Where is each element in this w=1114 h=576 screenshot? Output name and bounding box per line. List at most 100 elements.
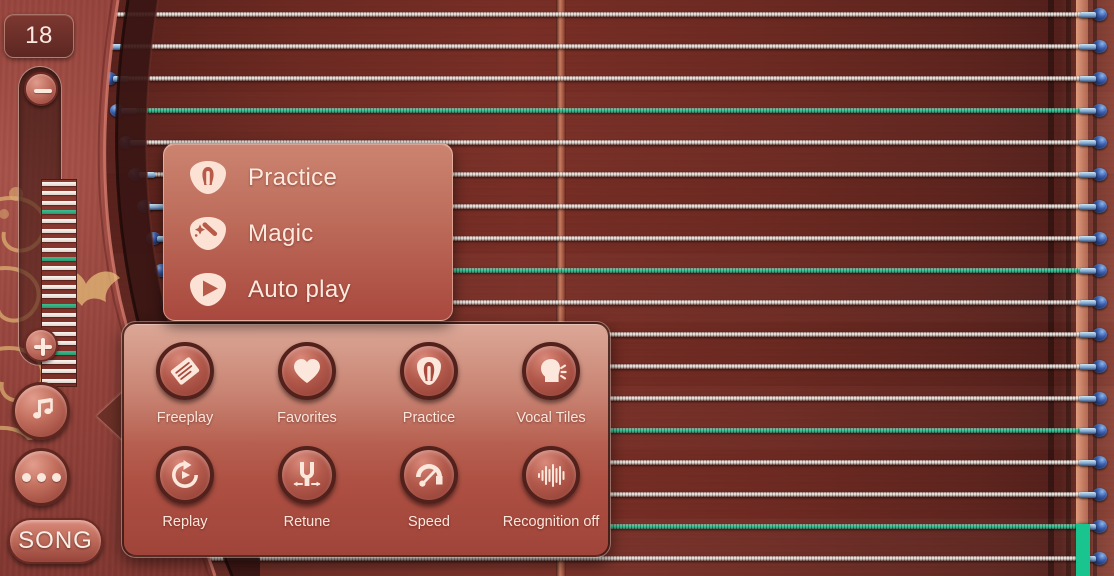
tool-label: Freeplay	[157, 410, 213, 426]
slider-string	[42, 285, 77, 289]
tuning-peg-right[interactable]	[1083, 456, 1107, 469]
string[interactable]	[109, 44, 1090, 49]
tool-label: Recognition off	[503, 514, 599, 530]
speaking-head-icon	[535, 355, 567, 387]
dot	[52, 473, 61, 482]
bridge-stripe-a	[1048, 0, 1054, 576]
tuning-peg-right[interactable]	[1083, 40, 1107, 53]
tool-button-freeplay[interactable]: Freeplay	[124, 342, 246, 426]
slider-string	[42, 248, 77, 252]
string-highlighted[interactable]	[124, 108, 1090, 113]
slider-string	[42, 266, 77, 270]
tool-icon-circle	[400, 342, 458, 400]
tuning-peg-right[interactable]	[1083, 168, 1107, 181]
tool-label: Practice	[403, 410, 455, 426]
tool-button-favorites[interactable]: Favorites	[246, 342, 368, 426]
bridge-stripe-b	[1066, 0, 1071, 576]
tool-icon-circle	[278, 446, 336, 504]
tool-button-practice[interactable]: Practice	[368, 342, 490, 426]
string[interactable]	[102, 12, 1090, 17]
decrease-strings-button[interactable]	[24, 72, 58, 106]
slider-string	[42, 182, 77, 186]
dot	[22, 473, 31, 482]
tool-icon-circle	[522, 446, 580, 504]
tool-label: Replay	[162, 514, 207, 530]
slider-string	[42, 238, 77, 242]
menu-item-auto-play[interactable]: Auto play	[164, 262, 452, 318]
tool-button-retune[interactable]: Retune	[246, 446, 368, 530]
slider-string	[42, 229, 77, 233]
tuning-peg-right[interactable]	[1083, 232, 1107, 245]
guitar-pick-tag-icon	[169, 355, 201, 387]
tool-label: Vocal Tiles	[516, 410, 585, 426]
menu-item-practice[interactable]: Practice	[164, 150, 452, 206]
string-count-slider[interactable]	[18, 66, 62, 366]
practice-pick-icon	[188, 160, 228, 196]
tool-icon-circle	[278, 342, 336, 400]
dot	[37, 473, 46, 482]
music-library-button[interactable]	[12, 382, 70, 440]
slider-string	[42, 294, 77, 298]
tuning-peg-left[interactable]	[119, 136, 143, 149]
guitar-app-screen: 18 SONG Freeplay Favorites Practice Vocal T…	[0, 0, 1114, 576]
slider-string	[42, 210, 77, 214]
heart-icon	[291, 355, 323, 387]
tool-icon-circle	[156, 446, 214, 504]
play-pick-icon	[188, 272, 228, 308]
slider-string	[42, 322, 77, 326]
tuning-peg-right[interactable]	[1083, 328, 1107, 341]
tuning-peg-right[interactable]	[1083, 424, 1107, 437]
more-options-button[interactable]	[12, 448, 70, 506]
slider-string	[42, 257, 77, 261]
song-button[interactable]: SONG	[8, 518, 103, 564]
waveform-icon	[535, 459, 567, 491]
tool-label: Speed	[408, 514, 450, 530]
slider-string	[42, 304, 77, 308]
tuning-peg-left[interactable]	[137, 200, 161, 213]
tools-row-1: Freeplay Favorites Practice Vocal Tiles	[124, 342, 612, 426]
speedometer-icon	[413, 459, 445, 491]
menu-item-label: Auto play	[248, 276, 351, 304]
tuning-peg-right[interactable]	[1083, 264, 1107, 277]
string-count-badge: 18	[4, 14, 74, 58]
tools-panel: Freeplay Favorites Practice Vocal Tiles Rep…	[122, 322, 610, 557]
tuning-peg-right[interactable]	[1083, 72, 1107, 85]
tool-button-recognition-off[interactable]: Recognition off	[490, 446, 612, 530]
practice-finger-icon	[413, 355, 445, 387]
tool-icon-circle	[400, 446, 458, 504]
tuning-peg-right[interactable]	[1083, 392, 1107, 405]
tool-button-replay[interactable]: Replay	[124, 446, 246, 530]
slider-string	[42, 219, 77, 223]
tuning-peg-left[interactable]	[110, 104, 134, 117]
tuning-peg-right[interactable]	[1083, 136, 1107, 149]
tuning-peg-right[interactable]	[1083, 104, 1107, 117]
tuning-peg-right[interactable]	[1083, 488, 1107, 501]
tool-button-speed[interactable]: Speed	[368, 446, 490, 530]
mode-menu-popup: Practice Magic Auto play	[163, 143, 453, 321]
tuning-peg-left[interactable]	[128, 168, 152, 181]
tools-row-2: Replay Retune Speed Recognition off	[124, 446, 612, 530]
slider-string	[42, 276, 77, 280]
tool-label: Favorites	[277, 410, 337, 426]
tuning-peg-right[interactable]	[1083, 8, 1107, 21]
menu-item-magic[interactable]: Magic	[164, 206, 452, 262]
tool-icon-circle	[522, 342, 580, 400]
panel-callout-arrow	[97, 390, 125, 442]
tool-button-vocal-tiles[interactable]: Vocal Tiles	[490, 342, 612, 426]
menu-item-label: Practice	[248, 164, 337, 192]
slider-string	[42, 201, 77, 205]
tuning-peg-right[interactable]	[1083, 200, 1107, 213]
tool-label: Retune	[284, 514, 331, 530]
string[interactable]	[116, 76, 1090, 81]
menu-item-label: Magic	[248, 220, 314, 248]
slider-string	[42, 191, 77, 195]
tool-icon-circle	[156, 342, 214, 400]
tuning-fork-icon	[291, 459, 323, 491]
tuning-peg-right[interactable]	[1083, 296, 1107, 309]
replay-arrow-icon	[169, 459, 201, 491]
slider-string	[42, 313, 77, 317]
increase-strings-button[interactable]	[24, 328, 58, 362]
magic-wand-pick-icon	[188, 216, 228, 252]
music-note-icon	[26, 396, 56, 426]
tuning-peg-right[interactable]	[1083, 360, 1107, 373]
